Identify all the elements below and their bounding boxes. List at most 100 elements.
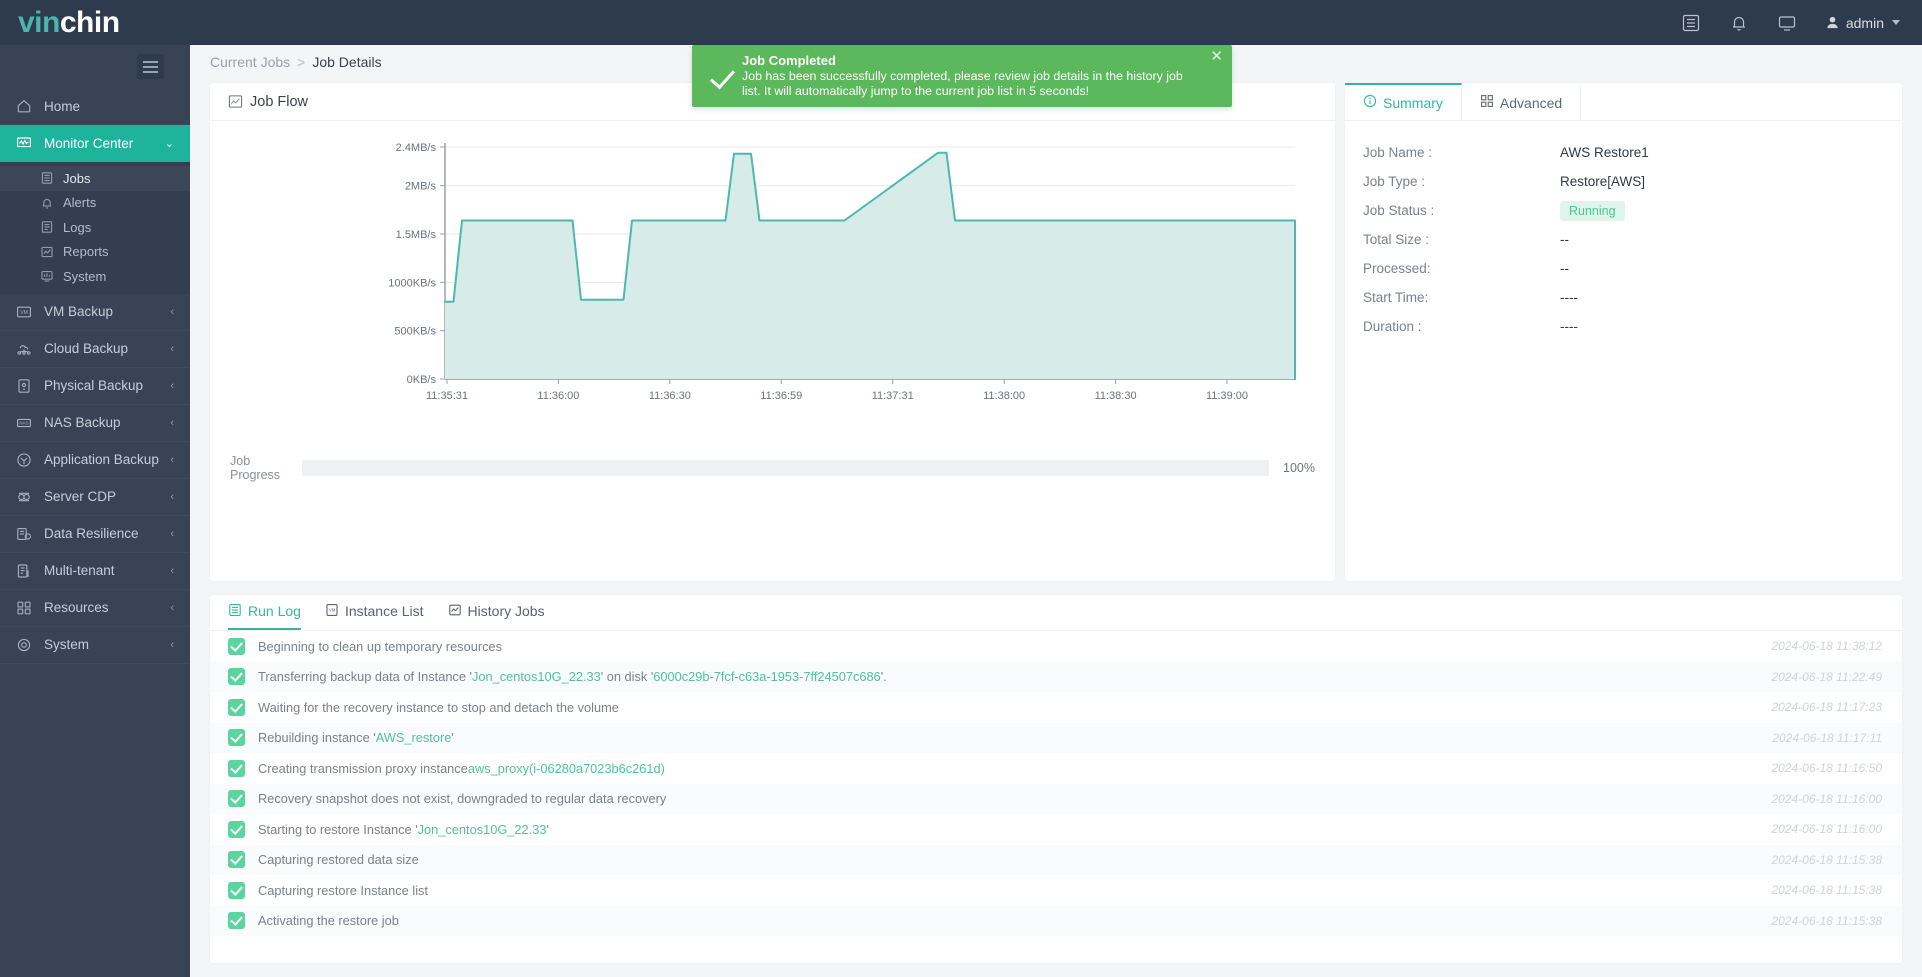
system-gear-icon <box>16 637 38 653</box>
log-message-part: Activating the restore job <box>258 913 399 929</box>
chart-svg: 0KB/s 500KB/s 1000KB/s 1.5MB/s 2MB/s 2.4MB/s 1… <box>388 142 1296 402</box>
home-icon <box>16 98 38 114</box>
summary-value: -- <box>1560 232 1569 247</box>
chevron-right-icon: ‹ <box>170 342 174 355</box>
chart-area-fill <box>445 152 1295 379</box>
sidebar-item-multi-tenant[interactable]: Multi-tenant ‹ <box>0 553 190 590</box>
chevron-right-icon: ‹ <box>170 527 174 540</box>
user-menu[interactable]: admin <box>1825 15 1900 31</box>
log-message: Recovery snapshot does not exist, downgr… <box>258 791 666 806</box>
sidebar-item-monitor-center[interactable]: Monitor Center ⌄ <box>0 125 190 162</box>
user-avatar-icon <box>1827 16 1838 29</box>
tab-run-log[interactable]: Run Log <box>228 595 301 630</box>
summary-row: Job Status : Running <box>1363 196 1902 225</box>
logo-text-vin: vin <box>18 6 60 39</box>
sidebar-item-system[interactable]: System ‹ <box>0 627 190 664</box>
sidebar-subitem-jobs[interactable]: Jobs <box>0 166 190 191</box>
history-icon <box>448 603 462 620</box>
sidebar: Home Monitor Center ⌄ Jobs Alerts Logs Reports… <box>0 45 190 977</box>
chevron-down-icon <box>1892 20 1900 25</box>
sidebar-item-label: Data Resilience <box>44 526 139 541</box>
chevron-right-icon: ‹ <box>170 564 174 577</box>
sidebar-subitem-system[interactable]: System <box>0 264 190 289</box>
close-icon[interactable]: ✕ <box>1210 49 1223 64</box>
app-logo[interactable]: vinchin <box>0 0 190 45</box>
x-axis-tick: 11:36:59 <box>760 390 802 402</box>
check-icon <box>228 729 245 747</box>
log-row: Waiting for the recovery instance to sto… <box>210 692 1902 723</box>
x-axis-tick: 11:37:31 <box>872 390 914 402</box>
log-message: Rebuilding instance 'AWS_restore' <box>258 730 454 745</box>
log-row: Creating transmission proxy instanceaws_… <box>210 753 1902 784</box>
log-message-part: Starting to restore Instance ' <box>258 821 418 837</box>
log-message: Creating transmission proxy instanceaws_… <box>258 761 665 776</box>
tab-advanced[interactable]: Advanced <box>1462 83 1582 120</box>
log-message-part: Rebuilding instance ' <box>258 730 376 746</box>
check-icon <box>228 881 245 899</box>
sidebar-subitem-alerts[interactable]: Alerts <box>0 190 190 215</box>
tab-instance-list[interactable]: VM Instance List <box>325 595 424 630</box>
toast-message: Job has been successfully completed, ple… <box>742 69 1183 98</box>
log-message: Transferring backup data of Instance 'Jo… <box>258 669 887 684</box>
tab-summary[interactable]: Summary <box>1345 83 1462 120</box>
log-message: Beginning to clean up temporary resource… <box>258 639 502 654</box>
log-timestamp: 2024-06-18 11:17:11 <box>1772 730 1882 745</box>
log-timestamp: 2024-06-18 11:16:50 <box>1771 761 1882 776</box>
breadcrumb-parent[interactable]: Current Jobs <box>210 54 290 70</box>
sidebar-item-label: Home <box>44 98 81 114</box>
instance-icon: VM <box>325 603 339 620</box>
bell-icon[interactable] <box>1729 13 1749 33</box>
log-timestamp: 2024-06-18 11:15:38 <box>1771 852 1882 867</box>
status-badge: Running <box>1560 200 1625 221</box>
sidebar-item-label: Server CDP <box>44 489 117 504</box>
log-message-part: Capturing restore Instance list <box>258 882 428 898</box>
resilience-icon <box>16 526 38 542</box>
summary-key: Job Status : <box>1363 203 1435 218</box>
summary-row: Start Time: ---- <box>1363 283 1902 312</box>
summary-body: Job Name : AWS Restore1 Job Type : Restore[… <box>1345 121 1902 341</box>
hamburger-icon[interactable] <box>137 54 164 79</box>
sidebar-item-nas-backup[interactable]: NAS NAS Backup ‹ <box>0 405 190 442</box>
toast-body: Job Completed Job has been successfully … <box>742 53 1216 99</box>
logo-text-chin: chin <box>59 6 120 39</box>
chart-icon <box>228 95 243 108</box>
tab-label: Instance List <box>344 603 424 619</box>
log-message-part: aws_proxy(i-06280a7023b6c261d) <box>467 760 665 776</box>
logs-icon <box>40 220 58 234</box>
sidebar-item-cloud-backup[interactable]: Cloud Backup ‹ <box>0 331 190 368</box>
y-axis-tick: 2MB/s <box>405 181 437 193</box>
check-icon <box>228 759 245 777</box>
sidebar-item-physical-backup[interactable]: Physical Backup ‹ <box>0 368 190 405</box>
sidebar-subitem-reports[interactable]: Reports <box>0 239 190 264</box>
summary-key: Job Name : <box>1363 145 1433 160</box>
tab-label: Summary <box>1383 94 1443 111</box>
check-icon <box>228 698 245 716</box>
sidebar-item-server-cdp[interactable]: Server CDP ‹ <box>0 479 190 516</box>
y-axis-tick: 1.5MB/s <box>396 229 437 241</box>
sidebar-item-data-resilience[interactable]: Data Resilience ‹ <box>0 516 190 553</box>
log-timestamp: 2024-06-18 11:38:12 <box>1771 639 1882 654</box>
sidebar-item-vm-backup[interactable]: VM VM Backup ‹ <box>0 294 190 331</box>
log-row: Beginning to clean up temporary resource… <box>210 631 1902 662</box>
sidebar-subitem-logs[interactable]: Logs <box>0 215 190 240</box>
top-bar-actions: admin <box>1681 13 1922 33</box>
log-message-part: AWS_restore <box>375 730 452 746</box>
list-icon[interactable] <box>1681 13 1701 33</box>
system-monitor-icon <box>40 269 58 283</box>
tab-history-jobs[interactable]: History Jobs <box>448 595 545 630</box>
sidebar-item-resources[interactable]: Resources ‹ <box>0 590 190 627</box>
log-message-part: ' <box>546 821 549 837</box>
x-axis-tick: 11:38:30 <box>1095 390 1137 402</box>
monitor-icon[interactable] <box>1777 13 1797 33</box>
sidebar-item-label: NAS Backup <box>44 415 121 430</box>
breadcrumb-separator: > <box>297 53 306 70</box>
log-message: Capturing restore Instance list <box>258 883 428 898</box>
log-row: Capturing restored data size 2024-06-18 1… <box>210 844 1902 875</box>
summary-value: ---- <box>1560 290 1578 305</box>
sidebar-item-home[interactable]: Home <box>0 88 190 125</box>
run-log-card: Run Log VM Instance List History Jobs Begin… <box>210 595 1902 963</box>
log-message-part: ' on disk ' <box>600 669 654 685</box>
sidebar-item-application-backup[interactable]: Application Backup ‹ <box>0 442 190 479</box>
info-icon <box>1363 94 1377 111</box>
check-icon <box>228 637 245 655</box>
